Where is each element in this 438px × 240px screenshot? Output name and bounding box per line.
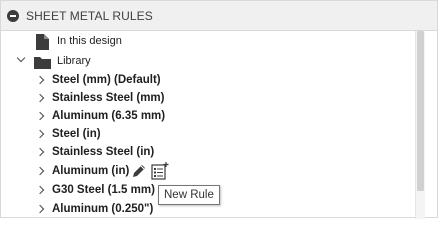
- rule-label: Stainless Steel (in): [52, 146, 155, 158]
- panel-title: SHEET METAL RULES: [26, 9, 153, 23]
- rule-item-hovered[interactable]: Aluminum (in): [1, 162, 415, 182]
- rule-label: Steel (in): [52, 128, 101, 140]
- rule-item[interactable]: Stainless Steel (mm): [1, 89, 415, 109]
- document-icon: [36, 34, 49, 50]
- folder-icon: [34, 57, 51, 69]
- chevron-right-icon[interactable]: [35, 111, 45, 121]
- tree-item-in-this-design[interactable]: In this design: [1, 32, 415, 52]
- chevron-down-icon[interactable]: [16, 53, 26, 63]
- rule-label: Aluminum (0.250"): [52, 203, 154, 215]
- rule-label: G30 Steel (1.5 mm): [52, 184, 155, 196]
- rule-label: Aluminum (in): [52, 165, 130, 177]
- sheet-metal-rules-panel: SHEET METAL RULES In this design Library…: [0, 0, 438, 219]
- rule-label: Steel (mm) (Default): [52, 74, 161, 86]
- chevron-right-icon[interactable]: [35, 204, 45, 214]
- panel-header[interactable]: SHEET METAL RULES: [1, 1, 437, 31]
- chevron-right-icon[interactable]: [35, 129, 45, 139]
- chevron-right-icon[interactable]: [35, 75, 45, 85]
- rule-item[interactable]: Steel (mm) (Default): [1, 71, 415, 91]
- new-rule-tooltip: New Rule: [158, 185, 220, 205]
- minus-circle-icon[interactable]: [7, 10, 19, 22]
- tree-item-label: Library: [57, 55, 91, 67]
- rule-label: Aluminum (6.35 mm): [52, 110, 166, 122]
- scrollbar-thumb[interactable]: [417, 31, 424, 191]
- chevron-right-icon[interactable]: [35, 166, 45, 176]
- vertical-scrollbar[interactable]: [415, 31, 425, 219]
- rule-item[interactable]: Steel (in): [1, 125, 415, 145]
- chevron-right-icon[interactable]: [35, 185, 45, 195]
- rule-label: Stainless Steel (mm): [52, 92, 165, 104]
- chevron-right-icon[interactable]: [35, 147, 45, 157]
- rule-item[interactable]: Stainless Steel (in): [1, 143, 415, 163]
- tree-item-label: In this design: [57, 35, 122, 47]
- rule-item[interactable]: Aluminum (6.35 mm): [1, 107, 415, 127]
- new-rule-list-icon[interactable]: [151, 162, 169, 180]
- tree-item-library[interactable]: Library: [1, 52, 415, 72]
- pencil-icon[interactable]: [132, 164, 146, 178]
- chevron-right-icon[interactable]: [35, 93, 45, 103]
